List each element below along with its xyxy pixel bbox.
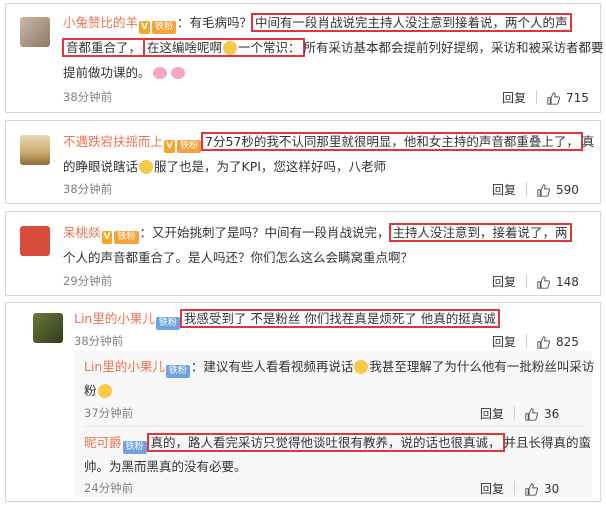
avatar[interactable] (20, 135, 50, 165)
fan-badge: 铁粉 (155, 317, 180, 330)
like-button[interactable]: 590 (537, 183, 579, 197)
comment-text: 的睁眼说瞎话 (63, 159, 139, 174)
like-count: 590 (556, 183, 579, 197)
like-button[interactable]: 30 (525, 482, 559, 496)
like-count: 148 (556, 275, 579, 289)
highlighted-text: 中间有一段肖战说完主持人没注意到接着说，两个人的声 (251, 13, 572, 32)
reply-button[interactable]: 回复 (502, 91, 526, 105)
divider (84, 426, 584, 427)
divider (514, 481, 516, 495)
comment-text: 提前做功课的。 (63, 65, 151, 80)
comment-text: ：建议有些人看看视频再说话 (190, 359, 354, 374)
comment-text: ：有毛病吗？ (177, 15, 253, 30)
reply-list: Lin里的小果儿 铁粉 ：建议有些人看看视频再说话 我甚至理解了为什么他有一批粉丝叫采… (74, 351, 595, 497)
grin-emoji-icon (354, 360, 369, 374)
thumbs-up-icon (537, 276, 550, 289)
reply-button[interactable]: 回复 (480, 407, 504, 421)
divider (526, 334, 528, 348)
divider (526, 274, 528, 288)
commenter-name[interactable]: 不遇跌宕扶摇而上 (63, 134, 163, 149)
commenter-name[interactable]: Lin里的小果儿 (84, 359, 165, 374)
like-count: 36 (544, 407, 560, 421)
timestamp: 29分钟前 (63, 274, 113, 288)
thumbs-up-icon (525, 483, 538, 496)
verified-badge: V (139, 21, 150, 34)
grin-emoji-icon (223, 41, 238, 55)
highlighted-text: 音都重合了， (62, 38, 146, 57)
commenter-name[interactable]: 小兔赞比的羊 (63, 15, 138, 30)
divider (536, 90, 538, 104)
like-button[interactable]: 715 (547, 91, 589, 105)
reply-button[interactable]: 回复 (480, 482, 504, 496)
highlighted-text: 7分57秒的我不认同那里就很明显，他和女主持的声音都重叠上了， (201, 132, 583, 151)
fan-badge: 铁粉 (122, 441, 147, 454)
timestamp: 38分钟前 (74, 334, 124, 348)
comment-card-1: 小兔赞比的羊 V 铁粉 ：有毛病吗？ 中间有一段肖战说完主持人没注意到接着说，两个人的声… (5, 3, 604, 113)
timestamp: 37分钟前 (84, 406, 134, 420)
avatar[interactable] (20, 226, 50, 256)
comment-text: 并且长得真的蛮 (503, 435, 592, 450)
fan-badge: 铁粉 (151, 21, 176, 34)
highlighted-text: 真的，路人看完采访只觉得他谈吐很有教养，说的话也很真诚， (146, 433, 505, 452)
comment-card-2: 不遇跌宕扶摇而上 V 铁粉 7分57秒的我不认同那里就很明显，他和女主持的声音都重叠上… (5, 120, 601, 204)
timestamp: 38分钟前 (63, 182, 113, 196)
fan-badge: 铁粉 (165, 365, 190, 378)
comment-text: 帅。为黑而黑真的没有必要。 (84, 459, 247, 474)
comment-card-4: Lin里的小果儿 铁粉 我感受到了 不是粉丝 你们找茬真是烦死了 他真的挺真诚 38… (5, 302, 601, 502)
like-count: 30 (544, 482, 560, 496)
highlighted-text: 主持人没注意到，接着说了，两 (388, 223, 572, 242)
comment-card-3: 呆桃燚 V 铁粉 ：又开始挑刺了是吗？中间有一段肖战说完， 主持人没注意到，接着说了，两… (5, 211, 601, 296)
fan-badge: 铁粉 (176, 140, 201, 153)
avatar[interactable] (20, 17, 50, 47)
pig-emoji-icon (170, 67, 185, 79)
commenter-name[interactable]: Lin里的小果儿 (74, 311, 155, 326)
like-button[interactable]: 148 (537, 275, 579, 289)
highlighted-text: 在这编啥呢啊 一个常识： (143, 38, 305, 57)
comment-text: 粉 (84, 383, 97, 398)
fan-badge: 铁粉 (114, 231, 139, 244)
reply-button[interactable]: 回复 (492, 275, 516, 289)
like-count: 715 (566, 91, 589, 105)
reply-button[interactable]: 回复 (492, 335, 516, 349)
thumbs-up-icon (537, 184, 550, 197)
commenter-name[interactable]: 昵可爵 (84, 435, 122, 450)
comment-text: 服了也是，为了KPI，您这样好吗，八老师 (154, 159, 386, 174)
timestamp: 38分钟前 (63, 90, 113, 104)
highlighted-text: 我感受到了 不是粉丝 你们找茬真是烦死了 他真的挺真诚 (179, 309, 500, 328)
like-button[interactable]: 825 (537, 335, 579, 349)
thumbs-emoji-icon (97, 384, 112, 398)
comment-text: 我甚至理解了为什么他有一批粉丝叫采访 (369, 359, 595, 374)
commenter-name[interactable]: 呆桃燚 (63, 225, 101, 240)
thinking-emoji-icon (139, 160, 154, 174)
divider (514, 406, 516, 420)
comment-text: 个人的声音都重合了。是人吗还？你们怎么这么会瞒窝重点啊？ (63, 250, 414, 265)
thumbs-up-icon (547, 92, 560, 105)
pig-emoji-icon (152, 67, 167, 79)
comment-text: 所有采访基本都会提前列好提纲，采访和被采访者都要 (303, 40, 604, 55)
thumbs-up-icon (537, 336, 550, 349)
comment-text: ：又开始挑刺了是吗？中间有一段肖战说完， (139, 225, 390, 240)
comment-text: 真 (581, 134, 595, 149)
reply-button[interactable]: 回复 (492, 183, 516, 197)
verified-badge: V (164, 140, 175, 153)
divider (526, 182, 528, 196)
verified-badge: V (101, 231, 113, 244)
thumbs-up-icon (525, 408, 538, 421)
timestamp: 24分钟前 (84, 481, 134, 495)
like-button[interactable]: 36 (525, 407, 559, 421)
avatar[interactable] (33, 313, 63, 343)
like-count: 825 (556, 335, 579, 349)
